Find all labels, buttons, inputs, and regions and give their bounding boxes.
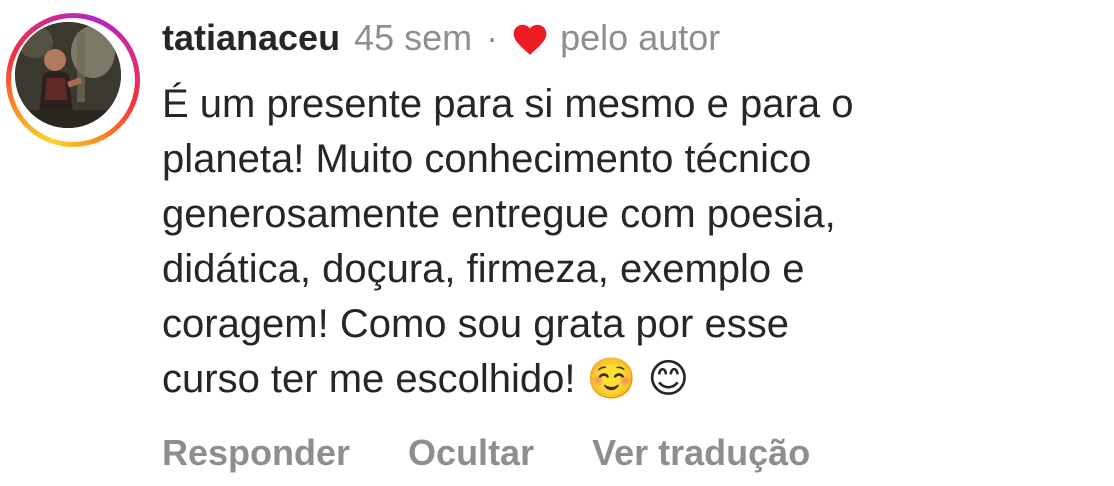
hide-button[interactable]: Ocultar — [408, 432, 534, 474]
avatar-image — [15, 22, 121, 128]
comment-header: tatianaceu 45 sem · pelo autor — [162, 14, 720, 62]
avatar[interactable] — [15, 22, 121, 128]
username[interactable]: tatianaceu — [162, 17, 340, 59]
liked-by-author-label: pelo autor — [560, 17, 721, 58]
heart-icon — [513, 24, 547, 55]
comment: tatianaceu 45 sem · pelo autor É um pres… — [0, 0, 1114, 486]
timestamp[interactable]: 45 sem — [354, 17, 472, 59]
comment-text: É um presente para si mesmo e para o pla… — [162, 82, 854, 401]
separator-dot: · — [486, 17, 499, 58]
see-translation-button[interactable]: Ver tradução — [592, 432, 810, 474]
reply-button[interactable]: Responder — [162, 432, 350, 474]
story-ring[interactable] — [6, 13, 140, 147]
comment-actions: Responder Ocultar Ver tradução — [162, 432, 810, 474]
